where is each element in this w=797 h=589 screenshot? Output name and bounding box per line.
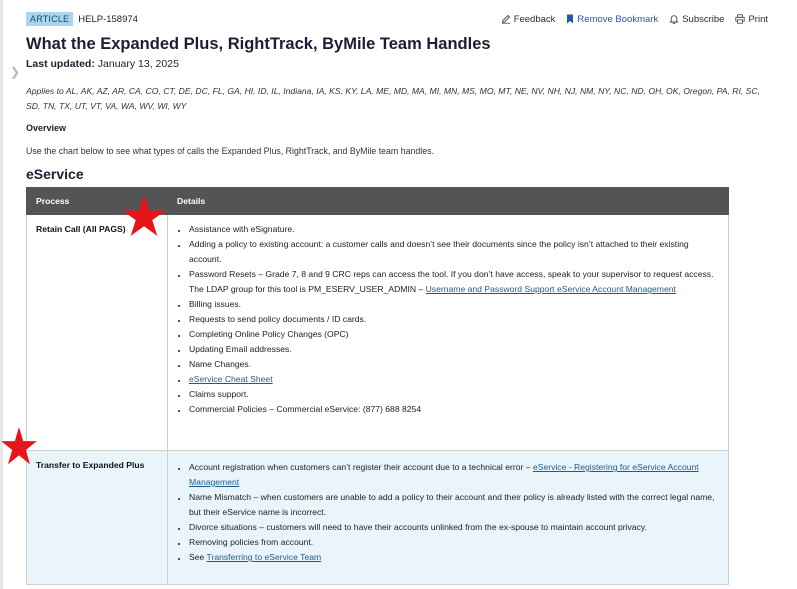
edit-icon bbox=[501, 14, 510, 24]
list-item: eService Cheat Sheet bbox=[188, 372, 720, 387]
details-list: Assistance with eSignature. Adding a pol… bbox=[168, 215, 728, 417]
article-title: What the Expanded Plus, RightTrack, ByMi… bbox=[26, 35, 491, 53]
see-prefix: See bbox=[189, 552, 207, 562]
details-cell: Assistance with eSignature. Adding a pol… bbox=[167, 214, 729, 451]
list-item: Name Changes. bbox=[188, 357, 720, 372]
username-password-support-link[interactable]: Username and Password Support eService A… bbox=[426, 284, 676, 294]
list-item: Assistance with eSignature. bbox=[188, 222, 720, 237]
article-badge: ARTICLE bbox=[26, 12, 74, 26]
process-cell: Retain Call (All PAGS) bbox=[26, 214, 168, 451]
applies-to: Applies to AL, AK, AZ, AR, CA, CO, CT, D… bbox=[26, 86, 760, 111]
list-item: See Transferring to eService Team bbox=[188, 550, 720, 565]
bell-icon bbox=[669, 15, 680, 24]
subscribe-label: Subscribe bbox=[682, 13, 725, 25]
chevron-right-icon[interactable]: ❯ bbox=[10, 66, 20, 78]
details-cell: Account registration when customers can’… bbox=[167, 450, 729, 585]
list-item: Requests to send policy documents / ID c… bbox=[188, 312, 720, 327]
bookmark-icon bbox=[567, 14, 574, 24]
print-label: Print bbox=[748, 13, 768, 25]
transferring-eservice-team-link[interactable]: Transferring to eService Team bbox=[207, 552, 322, 562]
section-title: eService bbox=[26, 166, 84, 182]
article-actions: Feedback Remove Bookmark Subscribe Print bbox=[501, 14, 768, 25]
list-item: Claims support. bbox=[188, 387, 720, 402]
last-updated-date: January 13, 2025 bbox=[97, 58, 179, 70]
list-item: Password Resets – Grade 7, 8 and 9 CRC r… bbox=[188, 267, 720, 297]
left-rail bbox=[0, 0, 3, 589]
details-header: Details bbox=[167, 187, 729, 215]
list-item: Divorce situations – customers will need… bbox=[188, 520, 720, 535]
last-updated-label: Last updated: bbox=[26, 58, 95, 70]
article-topbar: ARTICLE HELP-158974 Feedback Remove Book… bbox=[26, 10, 768, 28]
overview-heading: Overview bbox=[26, 123, 67, 133]
list-item: Commercial Policies – Commercial eServic… bbox=[188, 402, 720, 417]
article-tag: ARTICLE HELP-158974 bbox=[26, 12, 138, 26]
remove-bookmark-label: Remove Bookmark bbox=[577, 13, 659, 25]
print-button[interactable]: Print bbox=[735, 14, 768, 25]
feedback-label: Feedback bbox=[513, 13, 556, 25]
list-item: Name Mismatch – when customers are unabl… bbox=[188, 490, 720, 520]
table-row: Transfer to Expanded Plus Account regist… bbox=[26, 450, 729, 585]
list-item: Account registration when customers can’… bbox=[188, 460, 720, 490]
star-annotation-icon bbox=[122, 194, 166, 236]
list-item: Removing policies from account. bbox=[188, 535, 720, 550]
eservice-cheat-sheet-link[interactable]: eService Cheat Sheet bbox=[189, 374, 273, 384]
overview-text: Use the chart below to see what types of… bbox=[26, 146, 434, 156]
print-icon bbox=[735, 14, 746, 24]
list-item: Updating Email addresses. bbox=[188, 342, 720, 357]
list-item: Completing Online Policy Changes (OPC) bbox=[188, 327, 720, 342]
remove-bookmark-button[interactable]: Remove Bookmark bbox=[566, 14, 658, 25]
last-updated: Last updated: January 13, 2025 bbox=[26, 58, 179, 70]
list-item: Billing issues. bbox=[188, 297, 720, 312]
process-cell: Transfer to Expanded Plus bbox=[26, 450, 168, 585]
feedback-button[interactable]: Feedback bbox=[501, 13, 556, 25]
registration-text: Account registration when customers can’… bbox=[189, 462, 533, 472]
star-annotation-icon bbox=[1, 426, 37, 465]
table-row: Retain Call (All PAGS) Assistance with e… bbox=[26, 214, 729, 451]
list-item: Adding a policy to existing account: a c… bbox=[188, 237, 720, 267]
process-table: Process Details Retain Call (All PAGS) A… bbox=[26, 187, 729, 585]
subscribe-button[interactable]: Subscribe bbox=[669, 14, 724, 25]
article-id: HELP-158974 bbox=[78, 13, 138, 25]
details-list: Account registration when customers can’… bbox=[168, 451, 728, 565]
